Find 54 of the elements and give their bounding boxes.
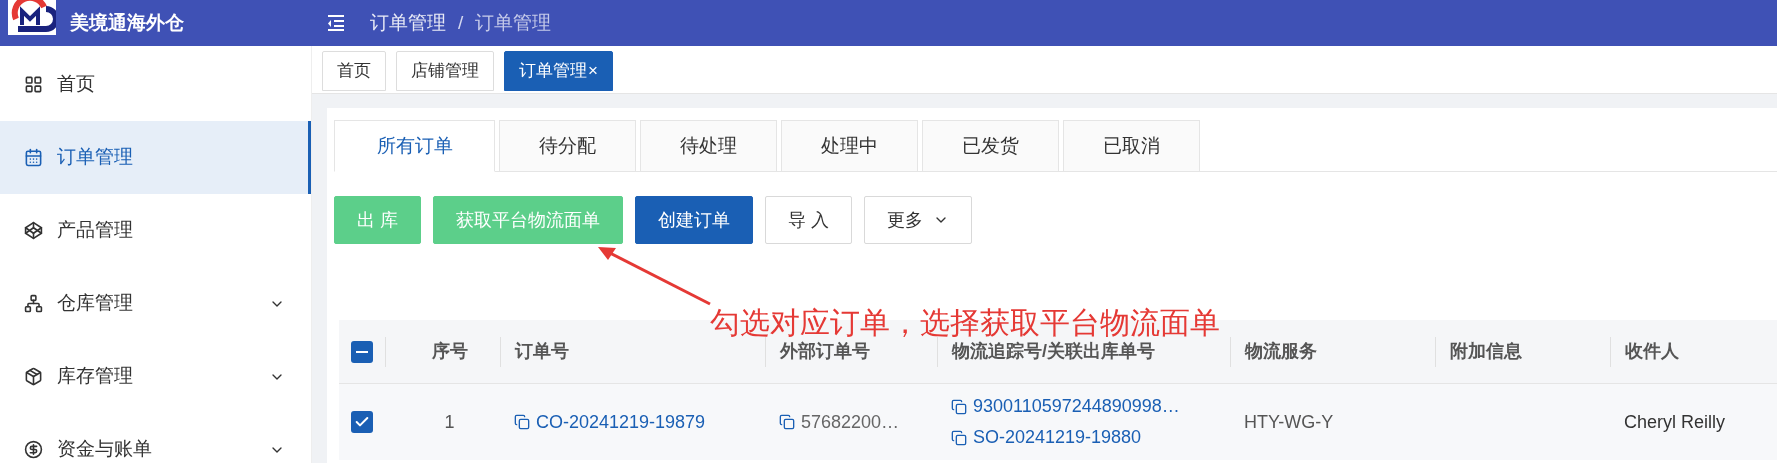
dollar-coin-icon [24, 440, 43, 459]
status-tab[interactable]: 已发货 [922, 120, 1059, 172]
breadcrumb-item[interactable]: 订单管理 [370, 8, 446, 38]
table-cell-text: Cheryl Reilly [1624, 410, 1726, 434]
column-header: 订单号 [515, 340, 569, 363]
column-header: 附加信息 [1450, 340, 1522, 363]
status-tab[interactable]: 待处理 [640, 120, 777, 172]
close-icon[interactable]: × [588, 58, 598, 84]
breadcrumb-item: 订单管理 [475, 10, 552, 35]
copy-icon[interactable] [951, 398, 967, 415]
sidebar-item[interactable]: 首页 [0, 48, 311, 121]
tracking-link[interactable]: 9300110597244890998… [973, 393, 1180, 420]
breadcrumb-separator: / [458, 10, 464, 35]
action-button[interactable]: 创建订单 [635, 196, 753, 244]
tracking-link[interactable]: SO-20241219-19880 [973, 424, 1142, 451]
action-button[interactable]: 更多 [864, 196, 973, 244]
annotation-text: 勾选对应订单，选择获取平台物流面单 [710, 305, 1220, 341]
cube-outline-icon [24, 221, 43, 240]
status-tab[interactable]: 所有订单 [334, 120, 495, 172]
status-tab[interactable]: 待分配 [499, 120, 636, 172]
sidebar-item[interactable]: 产品管理 [0, 194, 311, 267]
table-cell-text: HTY-WG-Y [1244, 410, 1334, 434]
column-header: 序号 [432, 340, 468, 363]
copy-icon[interactable] [779, 414, 795, 430]
column-header: 收件人 [1625, 340, 1679, 363]
minus-icon [356, 350, 368, 353]
sidebar-item[interactable]: 订单管理 [0, 121, 311, 194]
order-link[interactable]: CO-20241219-19879 [536, 408, 706, 436]
table-row[interactable]: 1 CO-20241219-19879 57682200… 9300110597244890998… SO-20241219-19880 HTY-WG-Y Cheryl Reilly [339, 384, 1777, 460]
table-cell-text: 1 [444, 410, 455, 434]
column-header: 物流服务 [1245, 340, 1317, 363]
status-tab[interactable]: 已取消 [1063, 120, 1200, 172]
menu-fold-icon[interactable] [326, 14, 346, 32]
copy-icon[interactable] [514, 414, 530, 430]
select-all-checkbox[interactable] [351, 340, 373, 363]
column-header: 外部订单号 [780, 340, 870, 363]
hierarchy-icon [24, 294, 43, 313]
copy-icon[interactable] [951, 429, 967, 446]
app-name: 美境通海外仓 [70, 10, 184, 35]
sidebar-item[interactable]: 仓库管理 [0, 267, 311, 340]
status-tab[interactable]: 处理中 [781, 120, 918, 172]
page-tab[interactable]: 订单管理× [504, 51, 613, 91]
page-tab[interactable]: 首页 [322, 51, 386, 91]
column-header: 物流追踪号/关联出库单号 [952, 340, 1155, 363]
box-icon [24, 367, 43, 386]
grid-icon [24, 75, 43, 94]
page-tab[interactable]: 店铺管理 [396, 51, 494, 91]
action-button[interactable]: 导 入 [765, 196, 853, 244]
logo-icon [8, 0, 56, 35]
row-checkbox[interactable] [351, 411, 373, 433]
sidebar-item[interactable]: 资金与账单 [0, 413, 311, 463]
table-cell-text: 57682200… [801, 410, 900, 434]
calendar-icon [24, 148, 43, 167]
sidebar-item[interactable]: 库存管理 [0, 340, 311, 413]
